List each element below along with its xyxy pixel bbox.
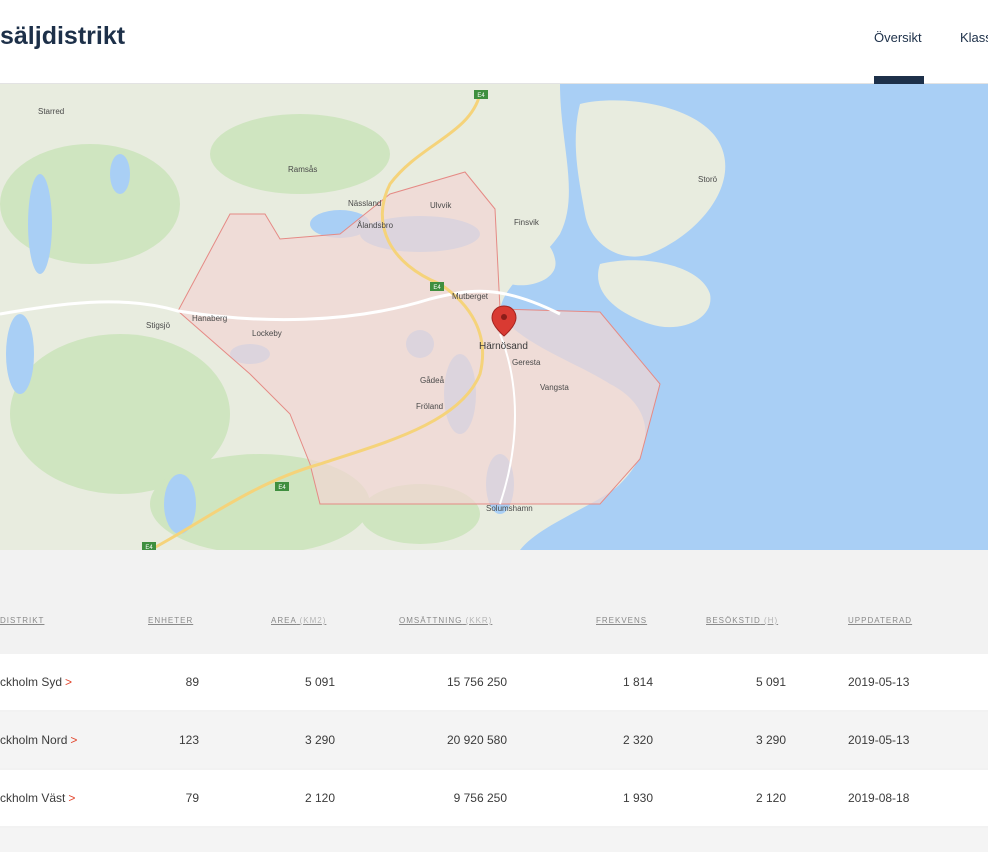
- cell-besokstid: 2 120: [755, 791, 786, 805]
- district-name-link[interactable]: Stockholm Väst>: [0, 791, 75, 805]
- place-stigsjo: Stigsjö: [146, 321, 171, 330]
- place-gadea: Gådeå: [420, 376, 445, 385]
- table-row[interactable]: Stockholm Nord> 123 3 290 20 920 580 2 3…: [0, 712, 988, 768]
- cell-area: 3 290: [304, 733, 335, 747]
- place-geresta: Geresta: [512, 358, 541, 367]
- cell-uppdaterad: 2019-05-13: [848, 733, 910, 747]
- page: säljdistrikt Översikt Klass: [0, 0, 988, 852]
- col-area[interactable]: AREA (KM2): [271, 616, 326, 625]
- chevron-right-icon: >: [70, 733, 78, 747]
- place-vangsta: Vangsta: [540, 383, 569, 392]
- cell-enheter: 79: [185, 791, 199, 805]
- place-nassland: Nässland: [348, 199, 381, 208]
- svg-text:E4: E4: [433, 285, 441, 291]
- map-canvas[interactable]: E4 E4 E4 E4 Starred Ramsås Nässland Ulvv…: [0, 84, 988, 550]
- cell-frekvens: 1 814: [622, 675, 653, 689]
- place-finsvik: Finsvik: [514, 218, 540, 227]
- col-omsattning[interactable]: OMSÄTTNING (KKR): [399, 616, 492, 625]
- cell-besokstid: 5 091: [755, 675, 786, 689]
- place-solumshamn: Solumshamn: [486, 504, 533, 513]
- cell-enheter: 123: [178, 733, 199, 747]
- table-row[interactable]: Stockholm Syd> 89 5 091 15 756 250 1 814…: [0, 654, 988, 710]
- place-mutberget: Mutberget: [452, 292, 489, 301]
- place-alandsbro: Ålandsbro: [357, 221, 394, 230]
- cell-area: 2 120: [304, 791, 335, 805]
- top-header: säljdistrikt Översikt Klass: [0, 0, 988, 84]
- place-lockeby: Lockeby: [252, 329, 282, 338]
- cell-uppdaterad: 2019-05-13: [848, 675, 910, 689]
- cell-omsattning: 15 756 250: [446, 675, 507, 689]
- cell-frekvens: 1 930: [622, 791, 653, 805]
- place-ramsas: Ramsås: [288, 165, 317, 174]
- district-table: DISTRIKT ENHETER AREA (KM2) OMSÄTTNING (…: [0, 550, 988, 852]
- table-row-partial[interactable]: [0, 828, 988, 852]
- place-storo: Storö: [698, 175, 718, 184]
- district-name-link[interactable]: Stockholm Nord>: [0, 733, 77, 747]
- table-row[interactable]: Stockholm Väst> 79 2 120 9 756 250 1 930…: [0, 770, 988, 826]
- place-froland: Fröland: [416, 402, 443, 411]
- cell-frekvens: 2 320: [622, 733, 653, 747]
- svg-text:E4: E4: [477, 93, 485, 99]
- district-name-link[interactable]: Stockholm Syd>: [0, 675, 72, 689]
- cell-enheter: 89: [185, 675, 199, 689]
- place-ulvvik: Ulvvik: [430, 201, 452, 210]
- district-map[interactable]: E4 E4 E4 E4 Starred Ramsås Nässland Ulvv…: [0, 84, 988, 550]
- col-enheter[interactable]: ENHETER: [148, 616, 193, 625]
- svg-text:E4: E4: [278, 485, 286, 491]
- tab-oversikt[interactable]: Översikt: [874, 30, 922, 45]
- col-uppdaterad[interactable]: UPPDATERAD: [848, 616, 912, 625]
- cell-omsattning: 9 756 250: [453, 791, 507, 805]
- col-frekvens[interactable]: FREKVENS: [596, 616, 647, 625]
- chevron-right-icon: >: [65, 675, 73, 689]
- col-distrikt[interactable]: DISTRIKT: [0, 616, 44, 625]
- place-harnosand: Härnösand: [479, 341, 528, 352]
- col-besokstid[interactable]: BESÖKSTID (H): [706, 616, 778, 625]
- chevron-right-icon: >: [68, 791, 76, 805]
- cell-area: 5 091: [304, 675, 335, 689]
- active-tab-indicator: [874, 76, 924, 84]
- tab-klass[interactable]: Klass: [960, 30, 988, 45]
- cell-uppdaterad: 2019-08-18: [848, 791, 910, 805]
- place-starred: Starred: [38, 107, 64, 116]
- cell-besokstid: 3 290: [755, 733, 786, 747]
- page-title: säljdistrikt: [0, 22, 126, 50]
- place-hanaberg: Hanaberg: [192, 314, 227, 323]
- cell-omsattning: 20 920 580: [446, 733, 507, 747]
